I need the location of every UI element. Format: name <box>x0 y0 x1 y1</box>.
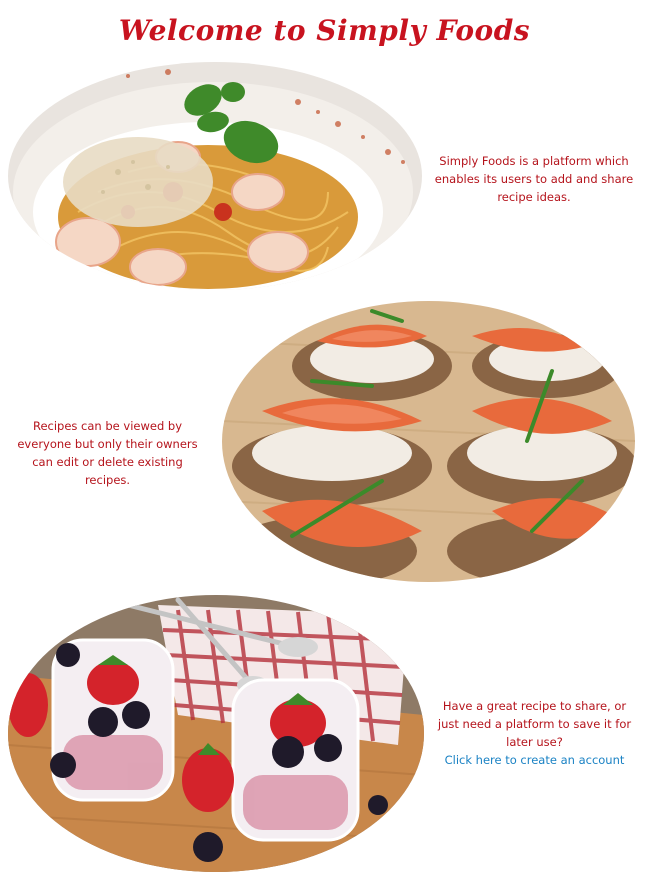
page-title: Welcome to Simply Foods <box>118 14 531 47</box>
intro-text: Simply Foods is a platform which enables… <box>434 154 634 204</box>
signup-prompt: Have a great recipe to share, or just ne… <box>432 697 637 769</box>
salmon-canapes-image <box>222 301 635 582</box>
permissions-text: Recipes can be viewed by everyone but on… <box>17 419 198 487</box>
signup-prompt-text: Have a great recipe to share, or just ne… <box>437 699 632 749</box>
pasta-with-shrimp-image <box>8 62 422 290</box>
create-account-link[interactable]: Click here to create an account <box>432 751 637 769</box>
berry-dessert-image <box>8 595 424 872</box>
